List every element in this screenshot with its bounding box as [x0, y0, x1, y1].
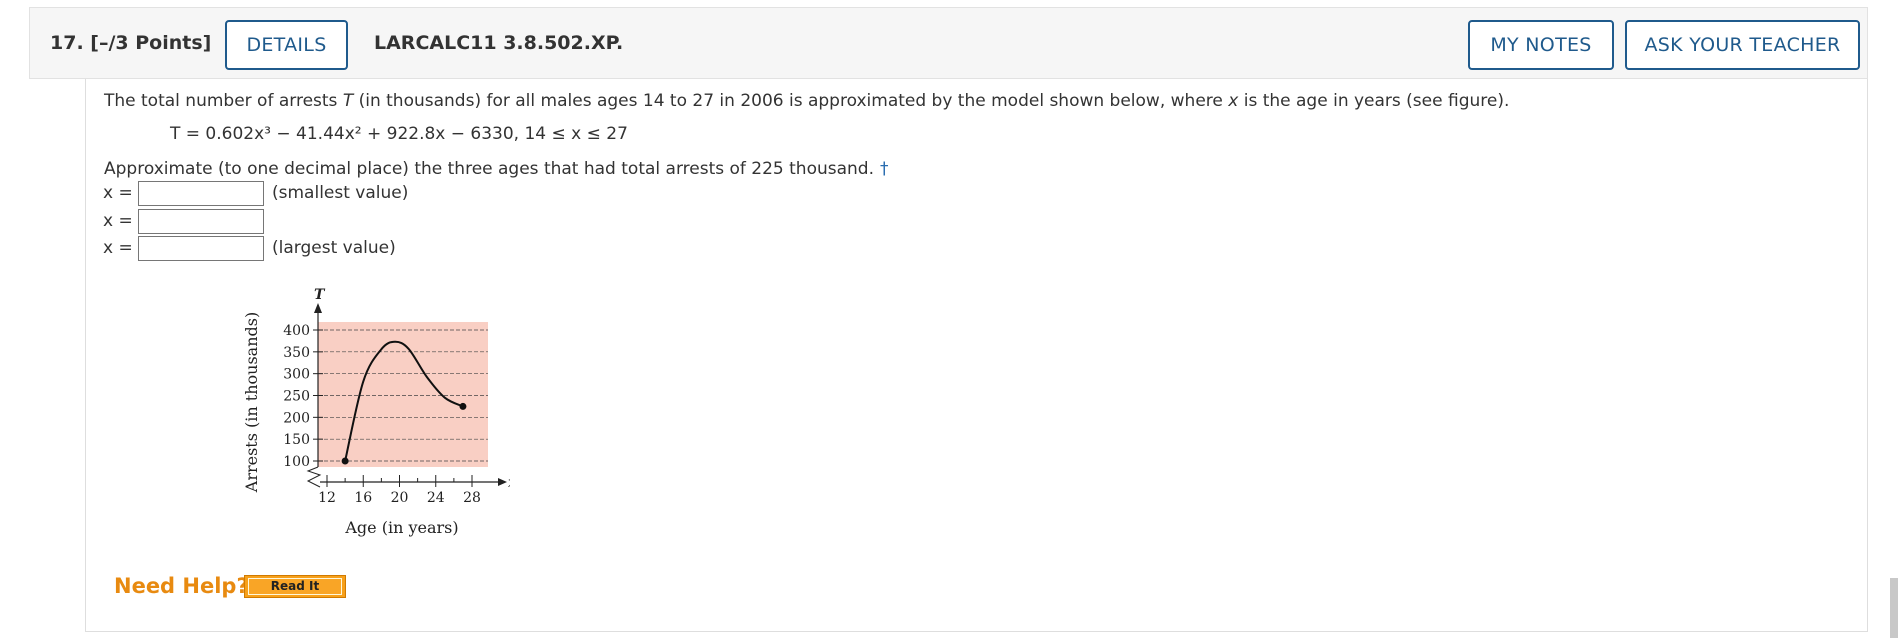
read-it-button[interactable]: Read It	[244, 575, 346, 598]
need-help-label: Need Help?	[114, 574, 249, 598]
y-axis-arrow	[314, 303, 322, 313]
y-tick-label: 150	[283, 432, 310, 448]
x-tick-label: 24	[427, 490, 445, 506]
details-button[interactable]: DETAILS	[225, 20, 348, 70]
details-button-label: DETAILS	[246, 34, 327, 56]
model-equation: T = 0.602x³ − 41.44x² + 922.8x − 6330, 1…	[170, 124, 628, 144]
x-variable-label: x	[508, 475, 510, 491]
answer-input-2[interactable]	[138, 209, 264, 234]
answer-note-1: (smallest value)	[272, 183, 409, 203]
answer-input-3[interactable]	[138, 236, 264, 261]
my-notes-button[interactable]: MY NOTES	[1468, 20, 1614, 70]
question-header: 17. [–/3 Points] DETAILS LARCALC11 3.8.5…	[29, 7, 1868, 79]
read-it-label: Read It	[248, 578, 342, 595]
answer-label-2: x =	[103, 211, 133, 231]
ask-your-teacher-button[interactable]: ASK YOUR TEACHER	[1625, 20, 1860, 70]
curve-start-point	[341, 457, 349, 465]
arrests-chart: 100 150 200 250 300 350 400 x T 12 16 20 24 28 Age (in…	[242, 287, 510, 537]
answer-label-1: x =	[103, 183, 133, 203]
curve-end-point	[459, 402, 467, 410]
y-variable-label: T	[314, 287, 326, 303]
x-tick-label: 28	[463, 490, 481, 506]
question-number-text: 17.	[50, 32, 84, 54]
scrollbar-thumb[interactable]	[1890, 578, 1898, 638]
axis-break	[306, 466, 322, 488]
question-number: 17. [–/3 Points]	[50, 32, 211, 54]
y-tick-label: 250	[283, 389, 310, 405]
problem-intro: The total number of arrests T (in thousa…	[104, 91, 1510, 111]
problem-code: LARCALC11 3.8.502.XP.	[374, 32, 624, 54]
ask-teacher-label: ASK YOUR TEACHER	[1644, 34, 1841, 56]
answer-input-1[interactable]	[138, 181, 264, 206]
x-tick-label: 20	[391, 490, 409, 506]
x-tick-label: 16	[354, 490, 372, 506]
y-tick-label: 100	[283, 454, 310, 470]
y-tick-label: 200	[283, 410, 310, 426]
dagger-link[interactable]: †	[880, 159, 889, 179]
x-axis-title: Age (in years)	[344, 518, 458, 537]
x-tick-label: 12	[318, 490, 336, 506]
answer-note-3: (largest value)	[272, 238, 396, 258]
y-axis-title: Arrests (in thousands)	[242, 312, 261, 493]
points-text: [–/3 Points]	[90, 32, 212, 54]
y-tick-label: 400	[283, 323, 310, 339]
x-axis-arrow	[498, 478, 507, 486]
answer-label-3: x =	[103, 238, 133, 258]
y-tick-label: 300	[283, 367, 310, 383]
instruction-text: Approximate (to one decimal place) the t…	[104, 159, 889, 179]
my-notes-label: MY NOTES	[1490, 34, 1592, 56]
y-tick-label: 350	[283, 345, 310, 361]
